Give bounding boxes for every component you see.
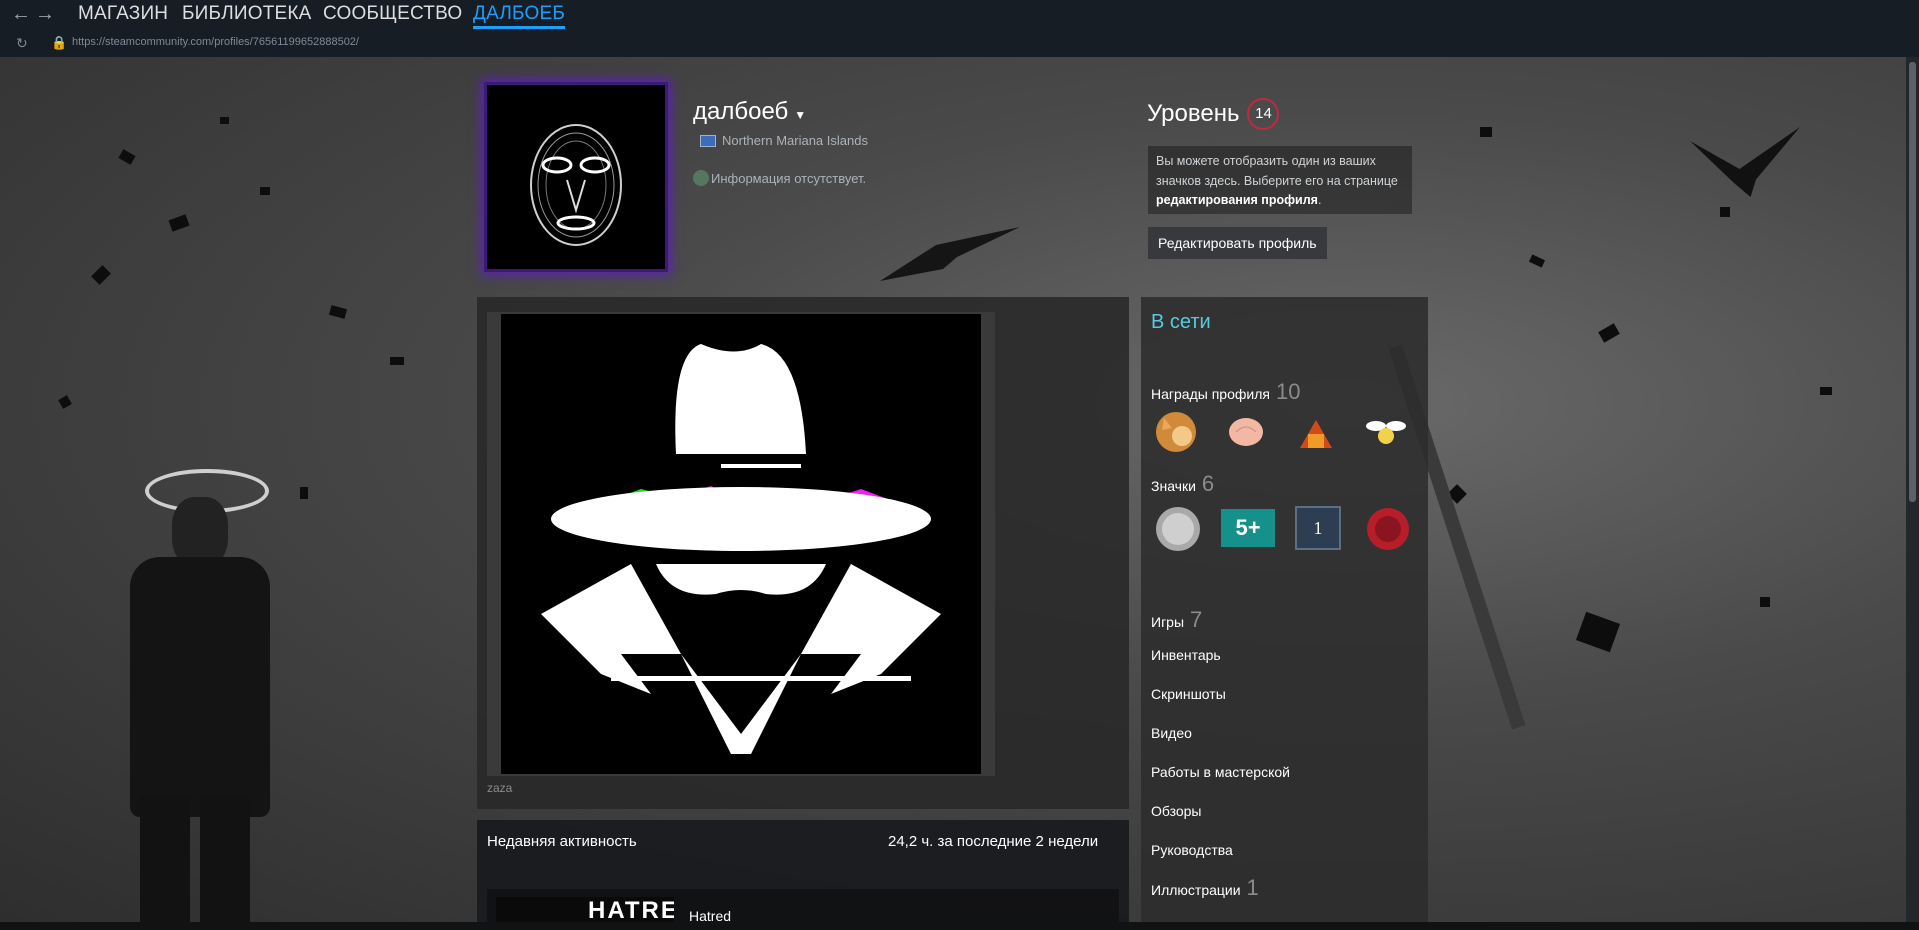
- edit-profile-button[interactable]: Редактировать профиль: [1148, 227, 1327, 259]
- reload-icon[interactable]: ↻: [16, 35, 28, 52]
- games-link[interactable]: Игры 7: [1151, 607, 1202, 633]
- online-status: В сети: [1151, 311, 1211, 333]
- level-label: Уровень: [1147, 100, 1240, 127]
- recent-activity-title: Недавняя активность: [487, 833, 637, 850]
- featured-badge-hint: Вы можете отобразить один из ваших значк…: [1148, 146, 1412, 214]
- nav-store[interactable]: МАГАЗИН: [78, 3, 168, 25]
- artwork-link[interactable]: Иллюстрации 1: [1151, 875, 1259, 901]
- profile-summary: Информация отсутствует.: [693, 170, 866, 186]
- game-name[interactable]: Hatred: [689, 908, 731, 924]
- arrow-left-icon[interactable]: ←: [10, 3, 32, 25]
- workshop-link[interactable]: Работы в мастерской: [1151, 764, 1290, 780]
- persona-name-row[interactable]: далбоеб ▼: [693, 98, 806, 126]
- scrollbar-thumb[interactable]: [1909, 62, 1916, 502]
- award-fox-icon[interactable]: [1154, 410, 1198, 454]
- games-count: 7: [1190, 607, 1203, 632]
- nav-profile[interactable]: ДАЛБОЕБ: [473, 3, 566, 29]
- inventory-link[interactable]: Инвентарь: [1151, 647, 1221, 663]
- hint-text: Вы можете отобразить один из ваших значк…: [1156, 154, 1398, 188]
- award-house-icon[interactable]: [1294, 410, 1338, 454]
- chevron-down-icon[interactable]: ▼: [794, 108, 806, 122]
- badge-5plus[interactable]: 5+: [1221, 509, 1275, 547]
- location-text: Northern Mariana Islands: [722, 133, 868, 148]
- artwork-label: Иллюстрации: [1151, 882, 1241, 898]
- lock-icon: 🔒: [51, 35, 68, 50]
- badges-header[interactable]: Значки 6: [1151, 471, 1214, 497]
- avatar[interactable]: [484, 82, 668, 272]
- level-row: Уровень 14: [1147, 98, 1280, 130]
- award-brain-icon[interactable]: [1224, 410, 1268, 454]
- bottom-bar: [0, 922, 1919, 930]
- arrow-right-icon[interactable]: →: [34, 3, 56, 25]
- flag-icon: [700, 134, 716, 147]
- hint-end: .: [1317, 193, 1322, 207]
- game-capsule[interactable]: HATRED: [496, 897, 674, 922]
- screenshots-link[interactable]: Скриншоты: [1151, 686, 1226, 702]
- award-bee-icon[interactable]: [1364, 410, 1408, 454]
- badge-years[interactable]: 1: [1295, 506, 1341, 550]
- game-capsule-text: HATRED: [588, 897, 674, 922]
- nav-library[interactable]: БИБЛИОТЕКА: [182, 3, 312, 25]
- artwork-count: 1: [1246, 875, 1259, 900]
- no-info-text: Информация отсутствует.: [711, 170, 867, 186]
- artwork-caption: zaza: [487, 781, 513, 795]
- badges-count: 6: [1201, 471, 1215, 496]
- persona-name: далбоеб: [693, 98, 789, 125]
- top-nav: ← → МАГАЗИН БИБЛИОТЕКА СООБЩЕСТВО ДАЛБОЕ…: [0, 0, 1919, 57]
- location: Northern Mariana Islands: [700, 133, 868, 148]
- level-badge[interactable]: 14: [1247, 98, 1280, 130]
- showcase-artwork[interactable]: [501, 314, 981, 774]
- badge-red-seal-icon[interactable]: [1364, 505, 1412, 553]
- awards-count: 10: [1275, 379, 1301, 404]
- recent-hours: 24,2 ч. за последние 2 недели: [888, 833, 1099, 850]
- badges-label: Значки: [1151, 478, 1196, 494]
- guides-link[interactable]: Руководства: [1151, 842, 1233, 858]
- url-text[interactable]: https://steamcommunity.com/profiles/7656…: [72, 36, 359, 48]
- info-icon: [693, 170, 709, 186]
- badge-silver-coin-icon[interactable]: [1154, 505, 1202, 553]
- videos-link[interactable]: Видео: [1151, 725, 1192, 741]
- nav-community[interactable]: СООБЩЕСТВО: [323, 3, 462, 25]
- awards-label: Награды профиля: [1151, 386, 1270, 402]
- awards-header[interactable]: Награды профиля 10: [1151, 379, 1300, 405]
- games-label: Игры: [1151, 614, 1185, 630]
- edit-profile-link[interactable]: редактирования профиля: [1156, 193, 1318, 207]
- reviews-link[interactable]: Обзоры: [1151, 803, 1202, 819]
